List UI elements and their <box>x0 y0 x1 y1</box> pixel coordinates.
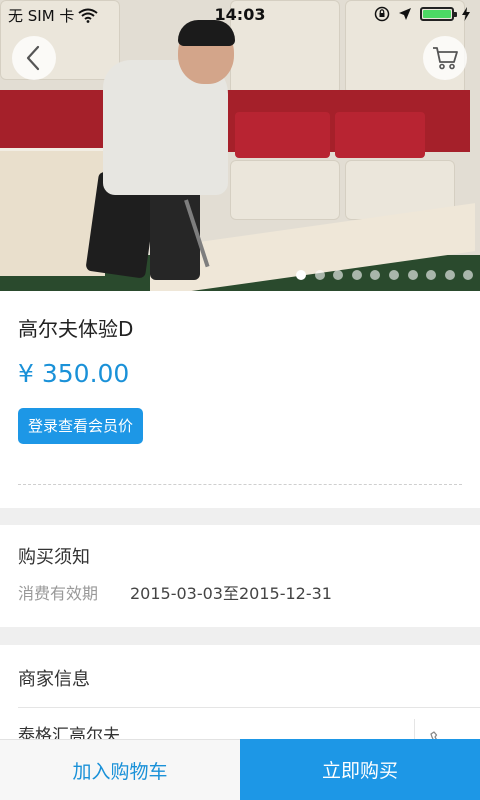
carousel-dot[interactable] <box>426 270 437 280</box>
purchase-notice-section: 购买须知 消费有效期 2015-03-03至2015-12-31 <box>0 525 480 627</box>
product-price: ¥ 350.00 <box>18 359 130 388</box>
product-title: 高尔夫体验D <box>18 317 134 341</box>
add-to-cart-button[interactable]: 加入购物车 <box>0 739 240 800</box>
carousel-dot[interactable] <box>333 270 344 280</box>
merchant-divider-line <box>18 707 480 708</box>
carousel-dot[interactable] <box>351 270 362 280</box>
carousel-dot[interactable] <box>370 270 381 280</box>
hero-image[interactable] <box>0 0 480 291</box>
product-info-section: 高尔夫体验D ¥ 350.00 登录查看会员价 <box>0 291 480 508</box>
carousel-dot[interactable] <box>314 270 325 280</box>
carousel-indicator[interactable] <box>296 270 474 280</box>
orientation-lock-icon <box>374 6 390 22</box>
carousel-dot[interactable] <box>463 270 474 280</box>
cart-button[interactable] <box>423 36 467 80</box>
bottom-action-bar: 加入购物车 立即购买 <box>0 739 480 800</box>
battery-icon <box>420 7 457 21</box>
carousel-dot[interactable] <box>388 270 399 280</box>
wall-red-panel <box>235 112 330 158</box>
shopping-cart-icon <box>433 47 458 70</box>
login-member-price-button[interactable]: 登录查看会员价 <box>18 408 144 444</box>
status-bar: 无 SIM 卡 14:03 <box>0 0 480 30</box>
carousel-dot[interactable] <box>444 270 455 280</box>
charging-bolt-icon <box>462 7 470 21</box>
status-right <box>374 6 470 22</box>
wall-panel <box>230 160 340 220</box>
carousel-dot[interactable] <box>296 270 306 280</box>
back-button[interactable] <box>12 36 56 80</box>
buy-now-button[interactable]: 立即购买 <box>240 739 480 800</box>
chevron-left-icon <box>26 45 40 71</box>
merchant-title: 商家信息 <box>18 669 90 690</box>
wall-red-panel <box>335 112 425 158</box>
location-arrow-icon <box>399 8 411 20</box>
purchase-notice-title: 购买须知 <box>18 547 90 568</box>
validity-label: 消费有效期 <box>18 584 99 603</box>
dashed-divider <box>18 484 462 485</box>
validity-value: 2015-03-03至2015-12-31 <box>130 584 332 603</box>
carousel-dot[interactable] <box>407 270 418 280</box>
